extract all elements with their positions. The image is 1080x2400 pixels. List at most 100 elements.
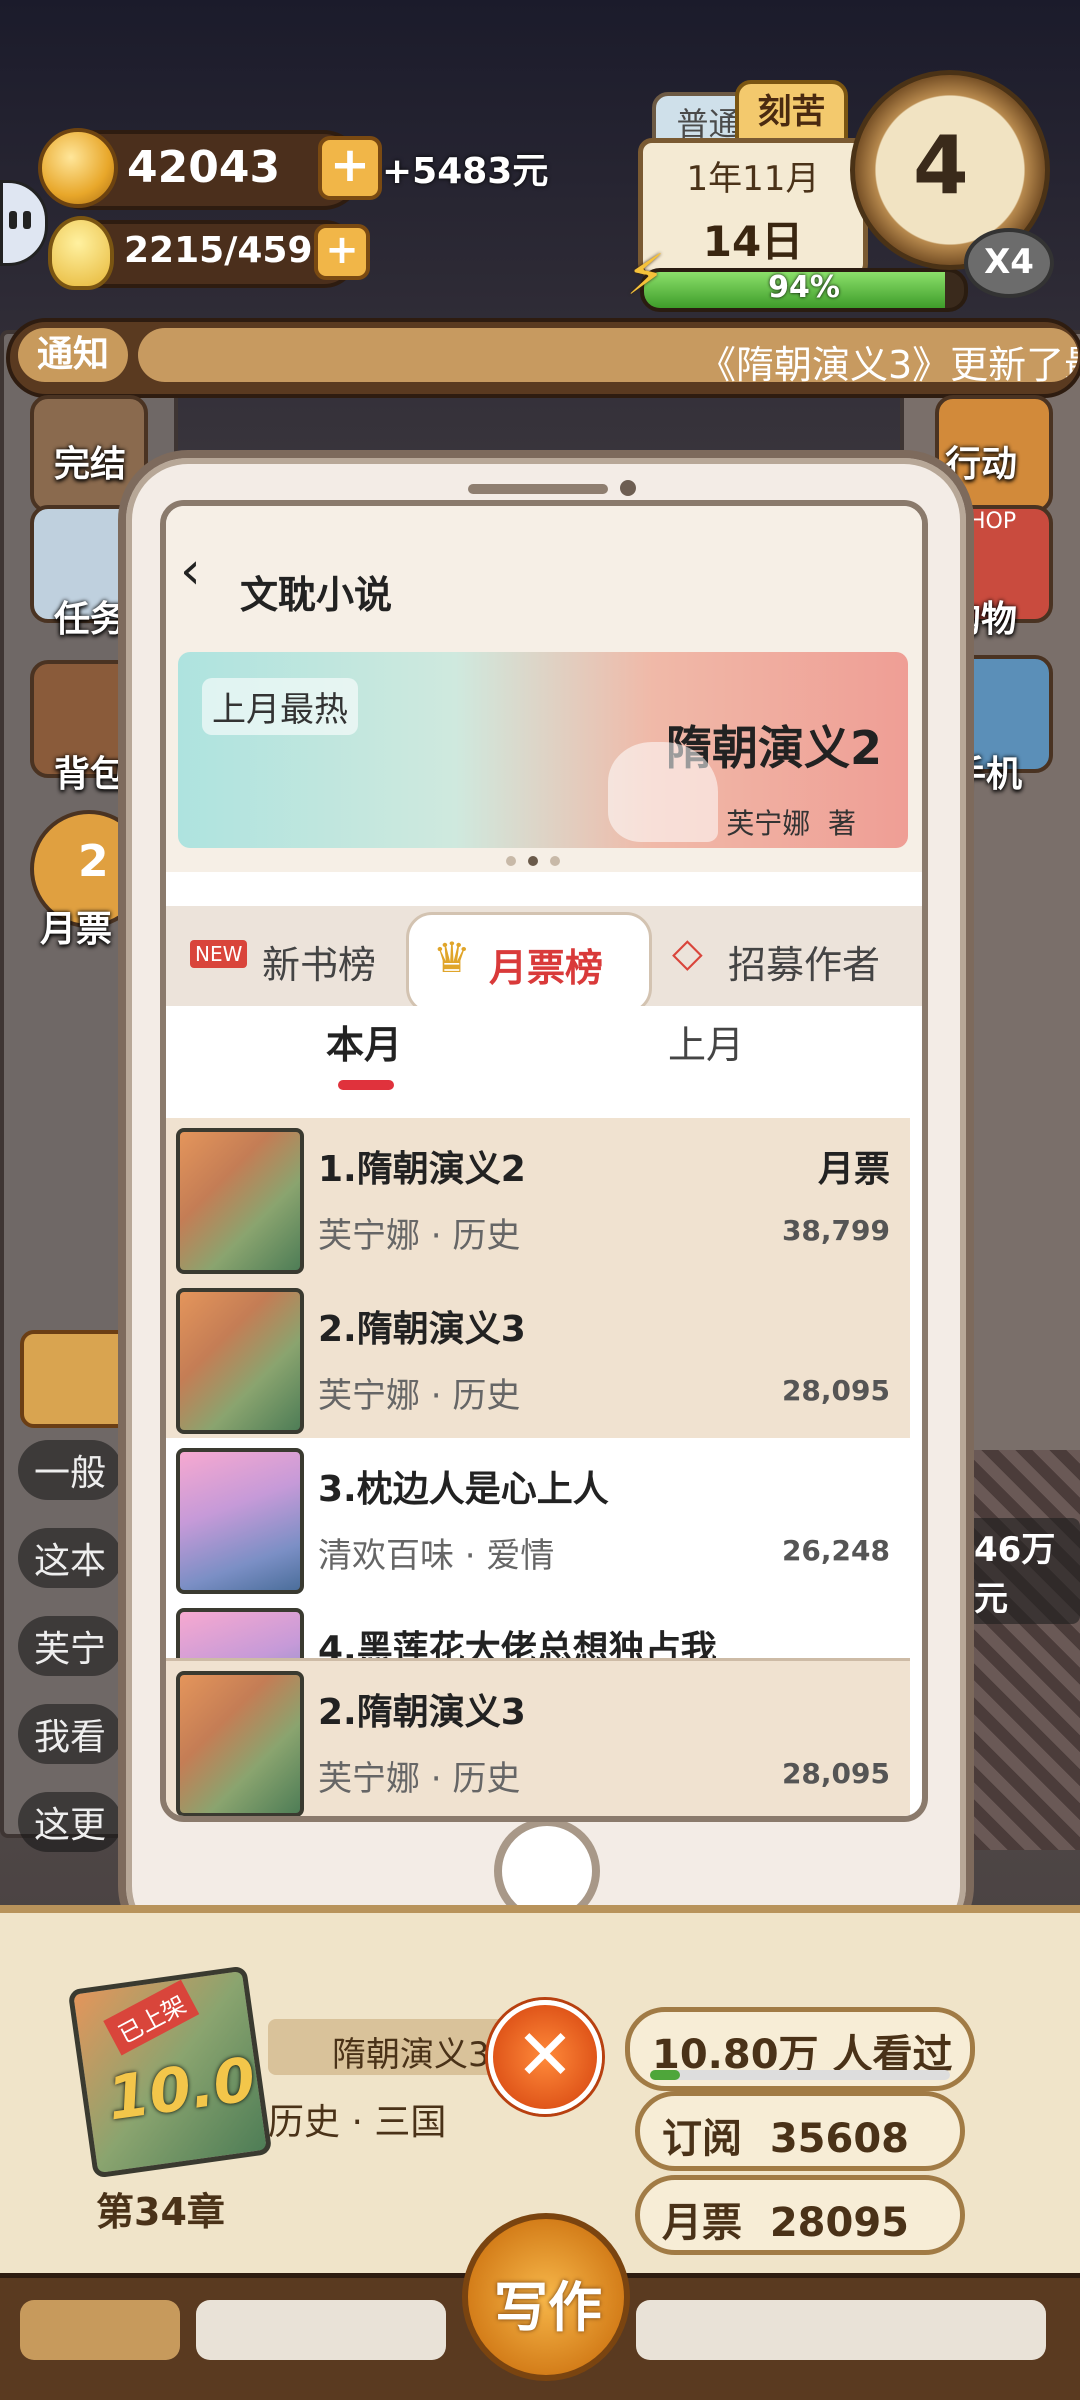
ranking-row[interactable]: 2.隋朝演义3 芙宁娜 · 历史 28,095	[166, 1278, 910, 1440]
income-rate: +5483元	[382, 151, 549, 192]
ranking-row[interactable]: 1.隋朝演义2 月票 芙宁娜 · 历史 38,799	[166, 1118, 910, 1280]
monthly-badge: 2	[78, 836, 109, 887]
write-button[interactable]: 写作	[462, 2213, 630, 2381]
chat-line: 我看	[18, 1704, 123, 1764]
book-title: 1.隋朝演义2	[318, 1149, 526, 1190]
tasks-label: 任务	[54, 599, 127, 640]
shelved-badge: 已上架	[103, 1979, 200, 2056]
book-votes: 28,095	[781, 1374, 890, 1407]
day: 14日	[702, 217, 804, 266]
energy-percent: 94%	[768, 270, 840, 305]
banner-tag: 上月最热	[202, 678, 358, 735]
toolbar-slot-right[interactable]	[636, 2300, 1046, 2360]
book-cover	[176, 1671, 304, 1816]
backpack-label: 背包	[54, 754, 127, 795]
handshake-icon: ◇	[672, 930, 703, 976]
mode-tab-hard-label: 刻苦	[757, 92, 826, 132]
votes-stat: 月票 28095	[635, 2175, 965, 2255]
close-icon[interactable]: ✕	[488, 2000, 602, 2114]
write-button-label: 写作	[494, 2276, 602, 2339]
subtab-indicator	[338, 1080, 394, 1090]
tab-monthly-votes[interactable]: ♛ 月票榜	[406, 912, 652, 1014]
chat-line: 这本	[18, 1528, 123, 1588]
speed-label: X4	[984, 242, 1034, 282]
book-cover	[176, 1128, 304, 1274]
book-cover	[176, 1608, 304, 1658]
phone-camera	[620, 480, 636, 496]
tab-recruit-authors-label: 招募作者	[728, 943, 881, 987]
votes-text: 月票 28095	[662, 2200, 910, 2246]
current-book-cover[interactable]: 已上架 10.0	[67, 1965, 273, 2179]
carousel-dot[interactable]	[506, 856, 516, 866]
tab-monthly-votes-label: 月票榜	[489, 946, 604, 990]
date-card: 1年11月 14日	[638, 138, 868, 278]
ranking-list: 1.隋朝演义2 月票 芙宁娜 · 历史 38,799 2.隋朝演义3 芙宁娜 ·…	[166, 1118, 922, 1658]
speed-button[interactable]: X4	[964, 228, 1054, 298]
ranking-row[interactable]: 4.黑莲花大佬总想独占我	[166, 1598, 910, 1658]
app-title: 文耽小说	[240, 573, 393, 617]
pinned-book-title: 2.隋朝演义3	[318, 1692, 526, 1733]
book-title: 3.枕边人是心上人	[318, 1469, 609, 1510]
pinned-book-meta: 芙宁娜 · 历史	[318, 1759, 521, 1799]
viewers-stat: 10.80万 人看过	[625, 2007, 975, 2091]
subtab-this-month[interactable]: 本月	[326, 1014, 402, 1069]
phone-screen: ‹ 文耽小说 上月最热 隋朝演义2 芙宁娜 著 NEW 新书榜 ♛ 月票榜 ◇ …	[160, 500, 928, 1822]
book-cover	[176, 1288, 304, 1434]
book-votes: 26,248	[781, 1534, 890, 1567]
tab-new-books-label: 新书榜	[262, 943, 377, 987]
chat-line: 芙宁	[18, 1616, 123, 1676]
notice-track: 《隋朝演义3》更新了最	[138, 328, 1078, 382]
carousel-dot-active[interactable]	[528, 856, 538, 866]
chat-line: 这更	[18, 1792, 123, 1852]
monthly-ticket-label: 月票	[40, 909, 113, 950]
book-title: 4.黑莲花大佬总想独占我	[318, 1629, 717, 1658]
book-title: 2.隋朝演义3	[318, 1309, 526, 1350]
notice-label: 通知	[18, 328, 128, 382]
book-meta: 清欢百味 · 爱情	[318, 1536, 555, 1576]
ranking-row[interactable]: 3.枕边人是心上人 清欢百味 · 爱情 26,248	[166, 1438, 910, 1600]
year-month: 1年11月	[686, 159, 820, 199]
shop-sign: HOP	[969, 509, 1017, 534]
coin-value: 42043	[127, 142, 281, 193]
pinned-own-book-row[interactable]: 2.隋朝演义3 芙宁娜 · 历史 28,095	[166, 1658, 910, 1816]
chat-log: 一般 这本 芙宁 我看 这更	[18, 1440, 123, 1852]
banner-card[interactable]: 上月最热 隋朝演义2 芙宁娜 著	[178, 652, 908, 848]
current-book-title: 隋朝演义3	[332, 2035, 490, 2075]
book-score: 10.0	[103, 2044, 260, 2135]
viewers-bar-fill	[650, 2070, 680, 2080]
period-tabs: 本月 上月	[166, 1006, 922, 1118]
notice-text: 《隋朝演义3》更新了最	[698, 343, 1078, 382]
chat-line: 一般	[18, 1440, 123, 1500]
app-header: ‹ 文耽小说	[166, 506, 922, 642]
banner-author: 芙宁娜 著	[726, 807, 856, 840]
phone-speaker	[468, 484, 608, 494]
current-book-genre: 历史 · 三国	[268, 2102, 447, 2143]
clock-number: 4	[913, 119, 969, 212]
add-ideas-button[interactable]: +	[314, 224, 370, 280]
energy-bar: 94%	[640, 268, 968, 312]
book-cover	[176, 1448, 304, 1594]
crown-icon: ♛	[433, 933, 471, 982]
banner-horseman-image	[608, 742, 718, 842]
add-coins-button[interactable]: +	[318, 136, 382, 200]
ranking-tabs: NEW 新书榜 ♛ 月票榜 ◇ 招募作者	[166, 906, 922, 1014]
subscribe-text: 订阅 35608	[662, 2116, 910, 2162]
carousel-dot[interactable]	[550, 856, 560, 866]
subtab-last-month[interactable]: 上月	[668, 1014, 744, 1069]
tab-new-books[interactable]: NEW 新书榜	[172, 906, 412, 1006]
toolbar-slot-mid[interactable]	[196, 2300, 446, 2360]
chapter-count: 第34章	[96, 2190, 225, 2234]
money-popup: 46万元	[966, 1518, 1080, 1624]
subscribe-stat: 订阅 35608	[635, 2091, 965, 2171]
notice-bar[interactable]: 通知 《隋朝演义3》更新了最	[6, 318, 1080, 398]
idea-value: 2215/4599	[124, 230, 338, 271]
book-votes: 38,799	[781, 1214, 890, 1247]
lightbulb-icon	[48, 216, 114, 290]
votes-column-label: 月票	[817, 1149, 890, 1190]
book-meta: 芙宁娜 · 历史	[318, 1216, 521, 1256]
coin-icon	[38, 128, 118, 208]
toolbar-slot-left[interactable]	[20, 2300, 180, 2360]
tab-recruit-authors[interactable]: ◇ 招募作者	[662, 906, 922, 1006]
back-arrow-icon[interactable]: ‹	[180, 545, 201, 597]
book-meta: 芙宁娜 · 历史	[318, 1376, 521, 1416]
